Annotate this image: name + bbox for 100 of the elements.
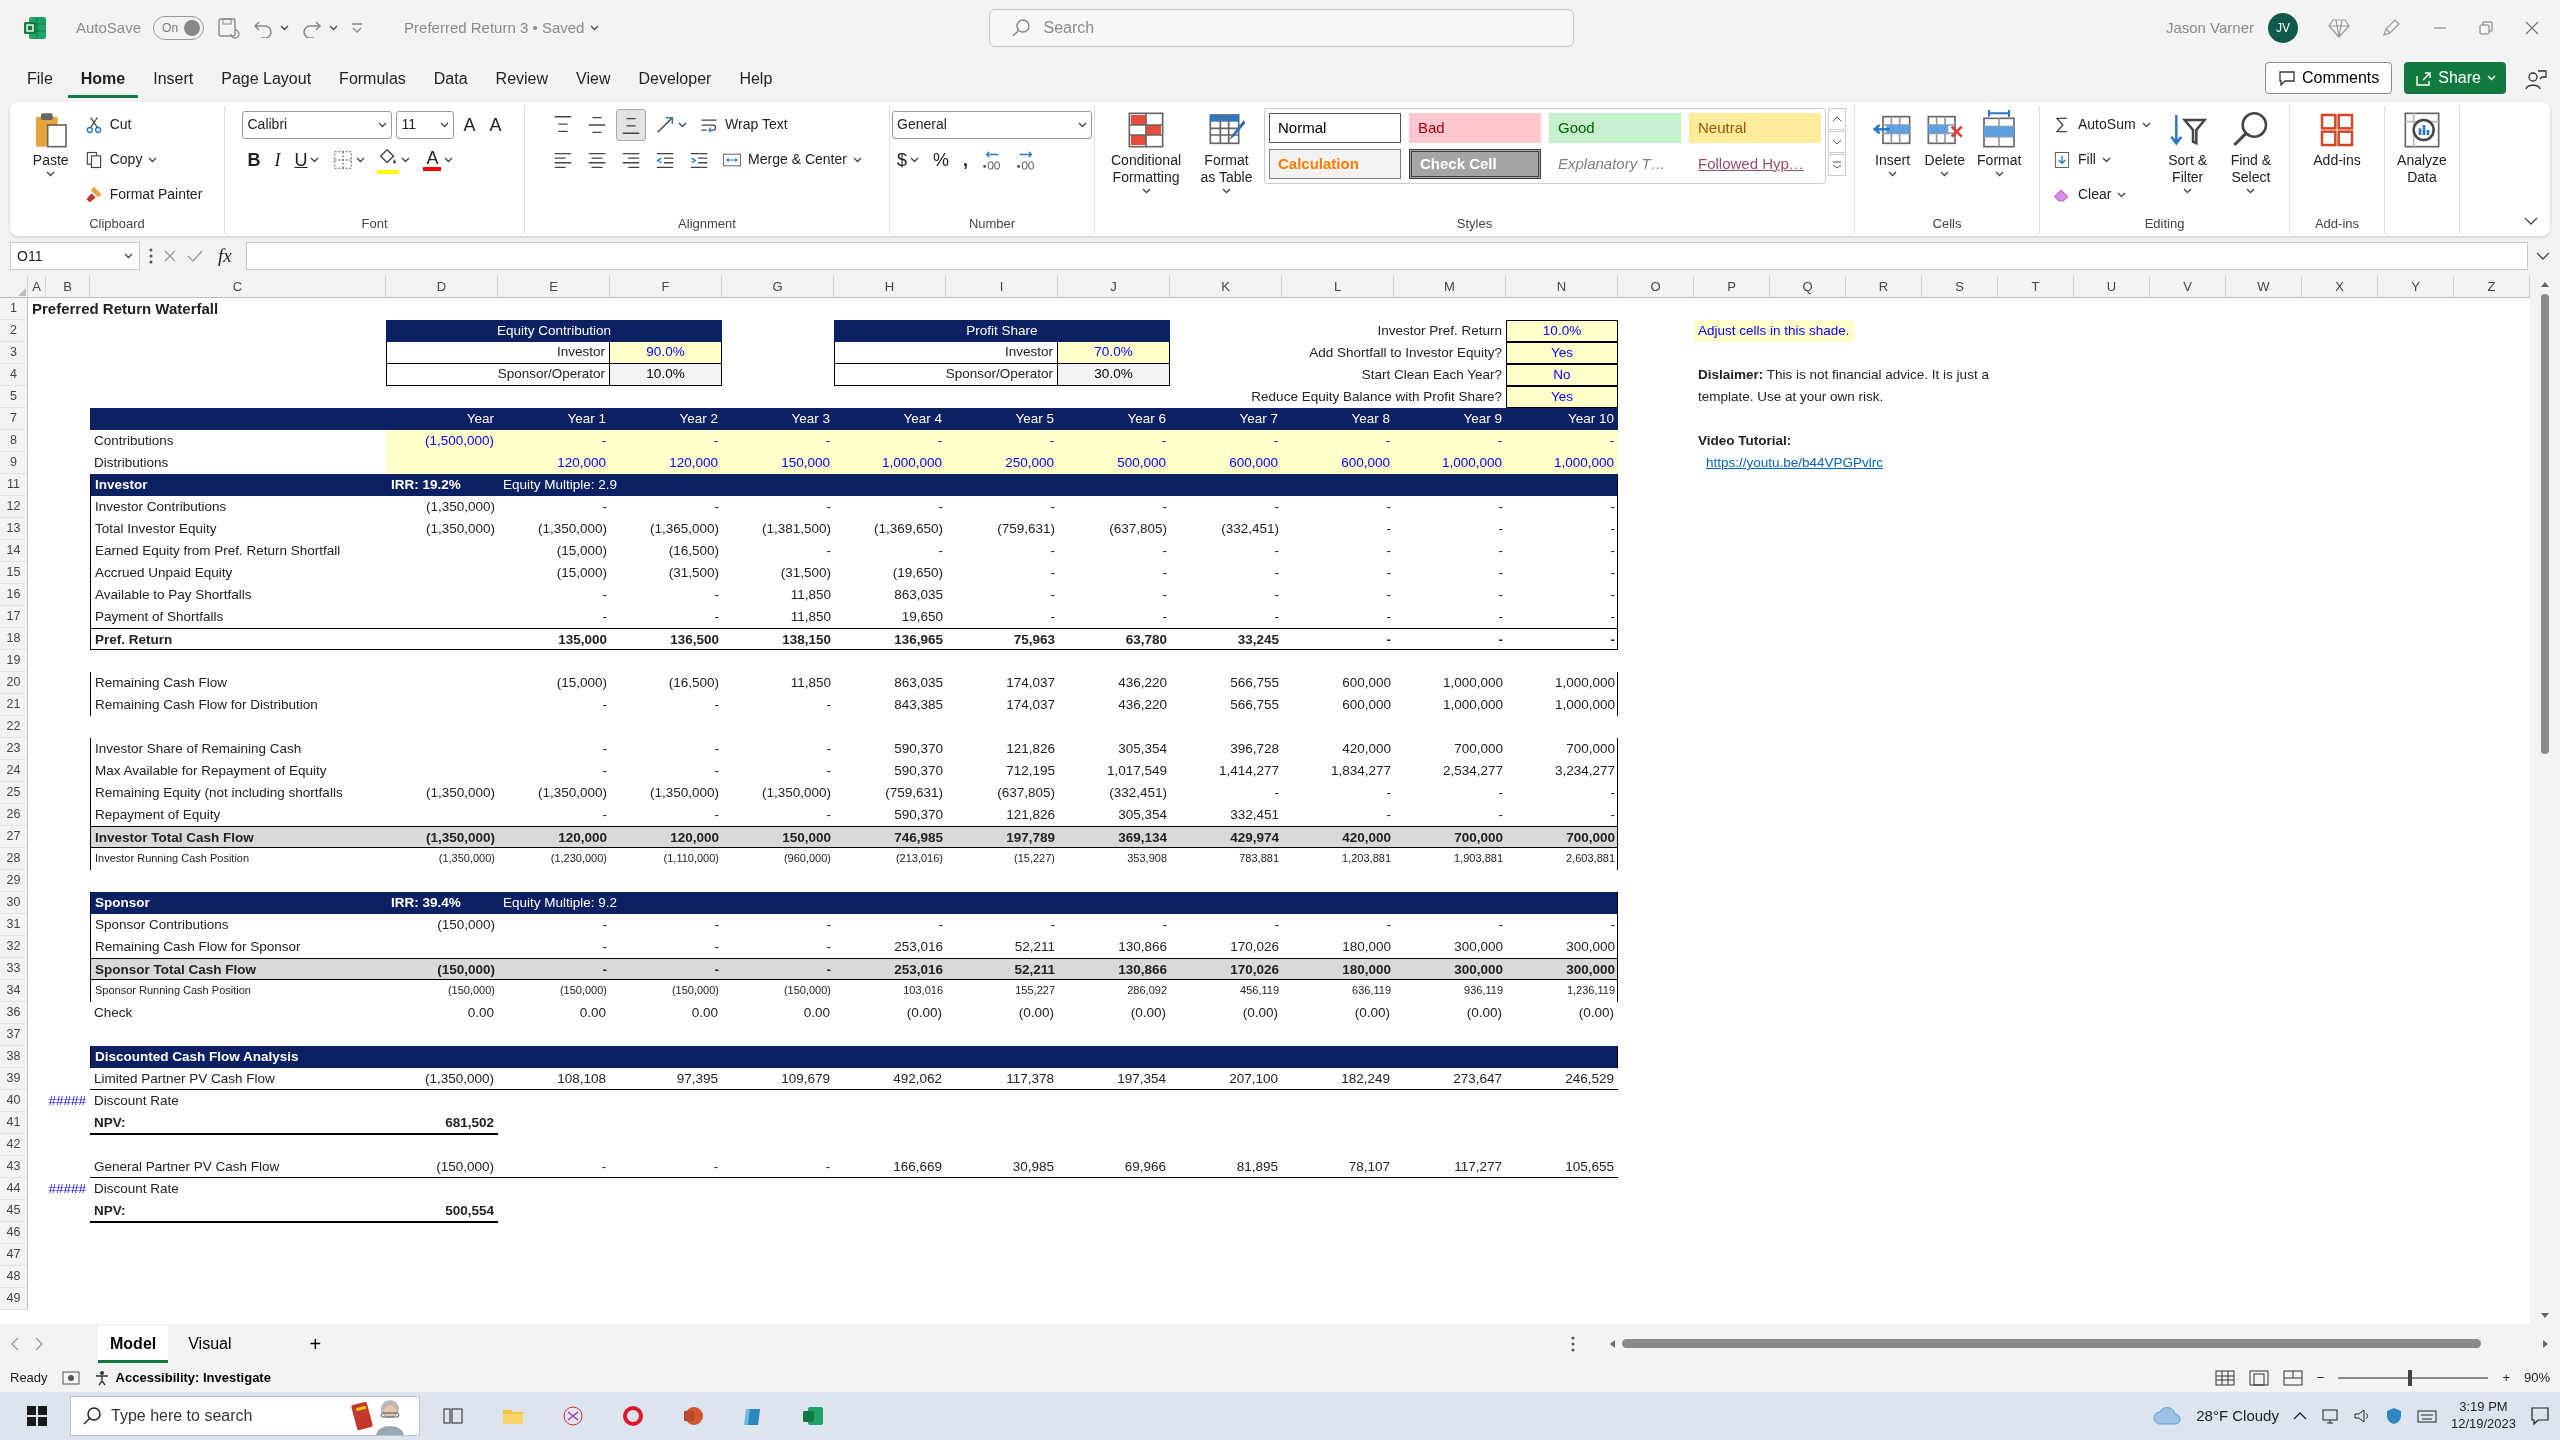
ribbon-button[interactable]: Format (1974, 108, 2025, 179)
scroll-left-arrow-icon[interactable] (1608, 1339, 1616, 1349)
row-header[interactable]: 27 (0, 826, 28, 848)
cancel-icon[interactable] (162, 248, 178, 264)
row-header[interactable]: 38 (0, 1046, 28, 1068)
video-link[interactable]: https://youtu.be/b44VPGPvlrc (1694, 452, 1998, 474)
row-header[interactable]: 28 (0, 848, 28, 870)
shield-icon[interactable] (2384, 1407, 2403, 1425)
notification-icon[interactable] (2530, 1406, 2550, 1426)
redo-button[interactable] (301, 18, 339, 38)
row-header[interactable]: 18 (0, 628, 28, 650)
row-header[interactable]: 3 (0, 342, 28, 364)
diamond-icon[interactable] (2328, 17, 2350, 39)
row-header[interactable]: 13 (0, 518, 28, 540)
scroll-down-arrow-icon[interactable] (2540, 1312, 2550, 1320)
name-box[interactable]: O11 (10, 242, 140, 270)
menu-tab[interactable]: Help (726, 61, 786, 98)
row-header[interactable]: 34 (0, 980, 28, 1002)
sheet-tab[interactable]: Model (98, 1325, 169, 1363)
zoom-in-button[interactable]: + (2502, 1368, 2510, 1388)
column-header[interactable]: N (1506, 276, 1618, 298)
column-header[interactable]: V (2150, 276, 2226, 298)
vertical-scrollbar[interactable] (2541, 294, 2549, 754)
column-header[interactable]: Q (1770, 276, 1846, 298)
column-header[interactable]: G (722, 276, 834, 298)
sheet-tab[interactable]: Visual (176, 1325, 244, 1363)
network-icon[interactable] (2320, 1407, 2339, 1425)
column-header[interactable]: F (610, 276, 722, 298)
ribbon-button[interactable]: Delete (1921, 108, 1969, 179)
menu-tab[interactable]: Data (420, 61, 481, 98)
pen-icon[interactable] (2380, 17, 2402, 39)
row-header[interactable]: 32 (0, 936, 28, 958)
ribbon-button[interactable]: Format Painter (79, 182, 207, 207)
row-header[interactable]: 7 (0, 408, 28, 430)
close-icon[interactable] (2524, 20, 2540, 36)
save-icon[interactable] (216, 16, 241, 40)
row-header[interactable]: 20 (0, 672, 28, 694)
cell-style-option[interactable]: Neutral (1689, 113, 1821, 143)
menu-tab[interactable]: View (563, 61, 624, 98)
next-sheet-icon[interactable] (34, 1337, 44, 1351)
letter-button[interactable]: A (484, 113, 507, 136)
scroll-up-arrow-icon[interactable] (2540, 280, 2550, 288)
row-header[interactable]: 12 (0, 496, 28, 518)
column-header[interactable]: E (498, 276, 610, 298)
column-header[interactable]: K (1170, 276, 1282, 298)
column-header[interactable]: M (1394, 276, 1506, 298)
column-header[interactable]: S (1922, 276, 1998, 298)
scroll-right-arrow-icon[interactable] (2542, 1339, 2550, 1349)
menu-tab[interactable]: Home (67, 61, 139, 98)
ribbon-button[interactable]: Merge & Center (718, 147, 866, 172)
checkmark-icon[interactable] (186, 248, 204, 264)
dropdown-field[interactable]: Calibri (242, 110, 393, 139)
row-header[interactable]: 41 (0, 1112, 28, 1134)
column-header[interactable]: T (1998, 276, 2074, 298)
page-layout-view-icon[interactable] (2248, 1370, 2269, 1386)
row-header[interactable]: 15 (0, 562, 28, 584)
column-header[interactable]: D (386, 276, 498, 298)
row-header[interactable]: 4 (0, 364, 28, 386)
column-header[interactable]: A (28, 276, 46, 298)
dropdown-field[interactable]: General (892, 110, 1092, 139)
column-header[interactable]: C (90, 276, 386, 298)
row-header[interactable]: 8 (0, 430, 28, 452)
insert-function-button[interactable]: fx (212, 241, 238, 271)
more-options-icon[interactable] (1570, 1335, 1576, 1353)
row-header[interactable]: 46 (0, 1222, 28, 1244)
row-header[interactable]: 24 (0, 760, 28, 782)
column-header[interactable]: R (1846, 276, 1922, 298)
menu-tab[interactable]: Page Layout (208, 61, 325, 98)
formula-input[interactable] (245, 242, 2528, 270)
letter-button[interactable]: B (242, 148, 266, 171)
row-header[interactable]: 22 (0, 716, 28, 738)
ribbon-button[interactable]: Wrap Text (695, 112, 792, 137)
row-header[interactable]: 30 (0, 892, 28, 914)
menu-tab[interactable]: Formulas (326, 61, 419, 98)
letter-button[interactable]: % (928, 148, 955, 171)
letter-button[interactable]: I (269, 148, 286, 171)
speaker-icon[interactable] (2352, 1407, 2371, 1425)
row-header[interactable]: 2 (0, 320, 28, 342)
row-header[interactable]: 49 (0, 1288, 28, 1310)
column-header[interactable]: J (1058, 276, 1170, 298)
ribbon-button[interactable]: Format as Table (1195, 108, 1258, 196)
row-header[interactable]: 17 (0, 606, 28, 628)
row-header[interactable]: 47 (0, 1244, 28, 1266)
row-header[interactable]: 23 (0, 738, 28, 760)
letter-button[interactable]: $ (892, 148, 924, 171)
undo-button[interactable] (252, 18, 290, 38)
row-header[interactable]: 11 (0, 474, 28, 496)
dropdown-field[interactable]: 11 (396, 110, 455, 139)
menu-tab[interactable]: Developer (625, 61, 725, 98)
search-field[interactable]: Search (988, 9, 1574, 47)
ribbon-button[interactable]: Sort & Filter (2160, 108, 2215, 196)
column-header[interactable]: O (1618, 276, 1694, 298)
column-header[interactable]: W (2226, 276, 2302, 298)
menu-tab[interactable]: File (14, 61, 66, 98)
ribbon-button[interactable]: Analyze Data (2393, 108, 2451, 188)
row-header[interactable]: 36 (0, 1002, 28, 1024)
row-header[interactable]: 19 (0, 650, 28, 672)
feedback-person-icon[interactable] (2524, 68, 2548, 92)
accessibility-button[interactable]: Accessibility: Investigate (93, 1368, 271, 1388)
row-header[interactable]: 33 (0, 958, 28, 980)
